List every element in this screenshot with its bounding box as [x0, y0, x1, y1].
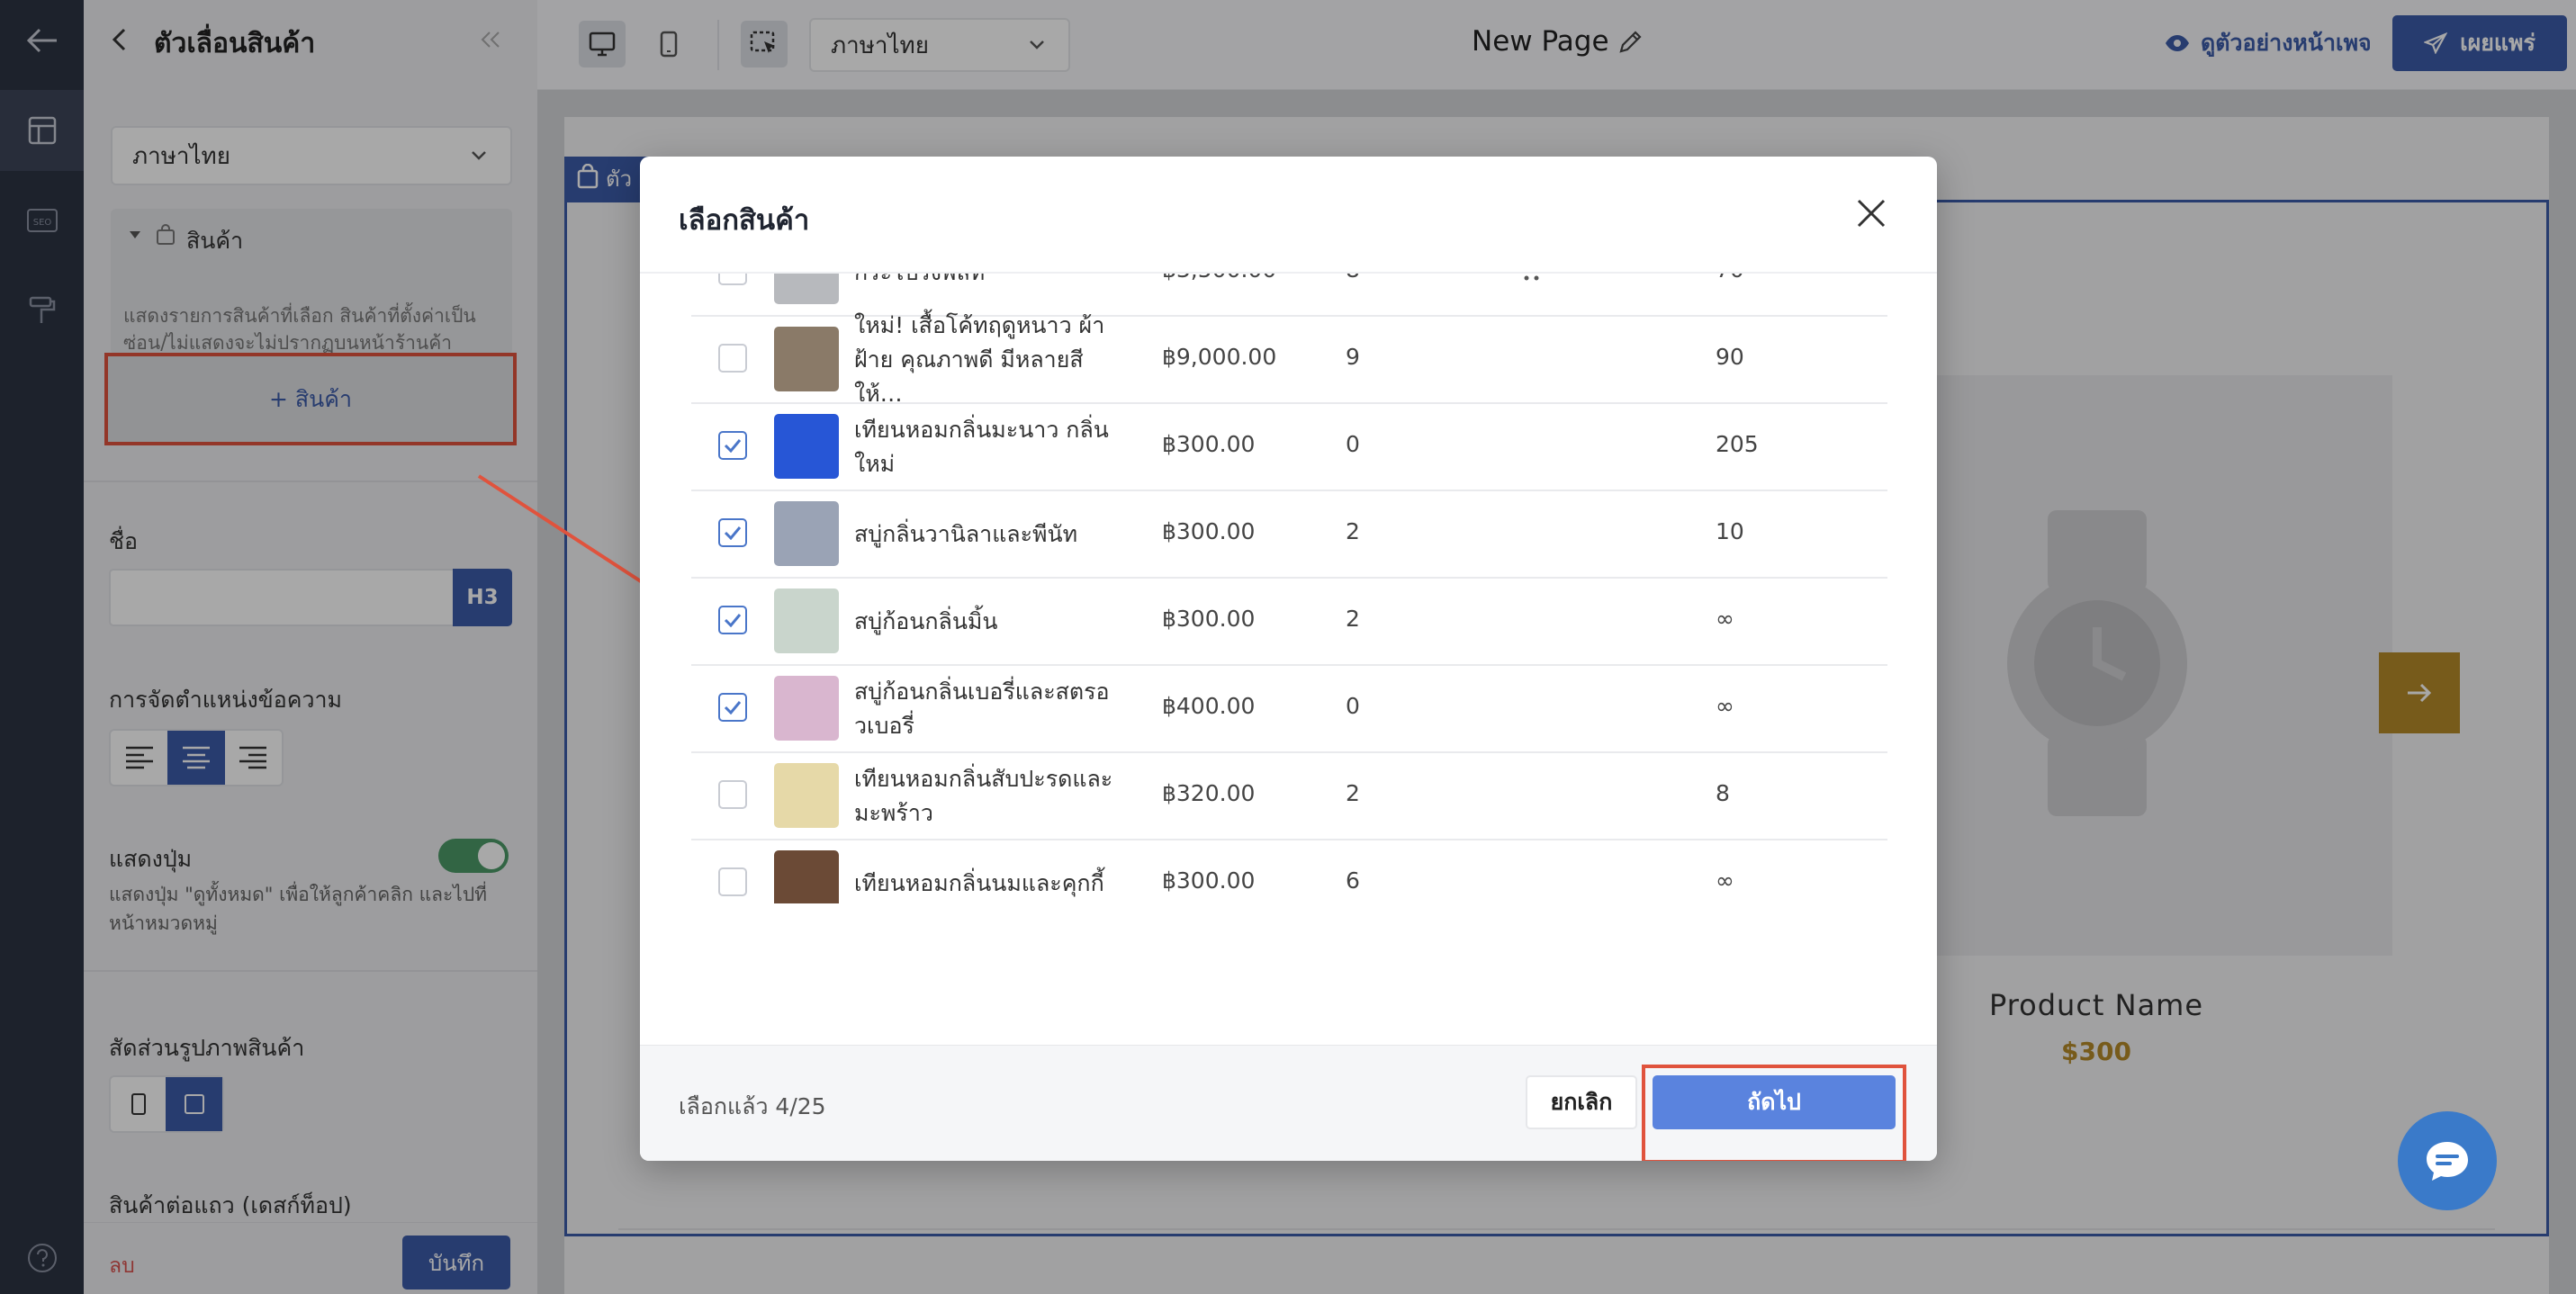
chat-icon [2425, 1140, 2470, 1182]
product-thumbnail [774, 850, 839, 903]
product-qty: 2 [1346, 518, 1360, 544]
modal-title: เลือกสินค้า [679, 204, 810, 237]
product-row[interactable]: สบู่ก้อนกลิ่นเบอรี่และสตรอวเบอรี่ ฿400.00… [691, 666, 1887, 753]
product-price: ฿300.00 [1162, 867, 1256, 894]
product-thumbnail [774, 327, 839, 391]
product-qty: 2 [1346, 606, 1360, 632]
product-price: ฿9,000.00 [1162, 344, 1277, 370]
row-checkbox[interactable] [718, 693, 747, 722]
product-row[interactable]: สบู่ก้อนกลิ่นมิ้น ฿300.00 2 ∞ [691, 579, 1887, 666]
product-stock: 90 [1716, 344, 1744, 370]
row-checkbox[interactable] [718, 518, 747, 547]
product-name: เทียนหอมกลิ่นนมและคุกกี้ [854, 869, 1104, 896]
product-price: ฿320.00 [1162, 780, 1256, 806]
product-name: สบู่กลิ่นวานิลาและพีนัท [854, 520, 1078, 547]
product-row[interactable]: ใหม่! เสื้อโค้ทฤดูหนาว ผ้าฝ้าย คุณภาพดี … [691, 312, 1887, 407]
next-highlight [1642, 1065, 1906, 1161]
close-button[interactable] [1852, 194, 1890, 232]
product-name: สบู่ก้อนกลิ่นมิ้น [854, 607, 998, 634]
product-thumbnail [774, 763, 839, 828]
product-thumbnail [774, 274, 839, 304]
product-stock: ∞ [1716, 606, 1734, 632]
row-checkbox[interactable] [718, 606, 747, 634]
product-name: กระโปรงพลีท [854, 274, 1124, 290]
row-checkbox[interactable] [718, 431, 747, 460]
product-thumbnail [774, 589, 839, 653]
row-checkbox[interactable] [718, 274, 747, 285]
row-checkbox[interactable] [718, 867, 747, 896]
product-qty: 0 [1346, 693, 1360, 719]
product-qty: 8 [1346, 274, 1360, 283]
product-qty: 2 [1346, 780, 1360, 806]
modal-footer: เลือกแล้ว 4/25 ยกเลิก ถัดไป [640, 1045, 1937, 1161]
product-name: เทียนหอมกลิ่นสับปะรดและมะพร้าว [854, 765, 1113, 826]
product-price: ฿3,500.00 [1162, 274, 1276, 283]
selected-count: เลือกแล้ว 4/25 [679, 1093, 826, 1119]
product-thumbnail [774, 414, 839, 479]
product-thumbnail [774, 501, 839, 566]
cancel-button[interactable]: ยกเลิก [1526, 1075, 1637, 1129]
product-stock: 70 [1716, 274, 1744, 283]
product-row[interactable]: เทียนหอมกลิ่นสับปะรดและมะพร้าว ฿320.00 2 8 [691, 753, 1887, 840]
product-price: ฿300.00 [1162, 518, 1256, 544]
product-thumbnail [774, 676, 839, 741]
product-row[interactable]: สบู่กลิ่นวานิลาและพีนัท ฿300.00 2 10 [691, 491, 1887, 579]
row-checkbox[interactable] [718, 780, 747, 809]
product-list: กระโปรงพลีท ฿3,500.00 8 70 ใหม่! เสื้อโค้ทฤด… [691, 274, 1887, 903]
product-qty: 0 [1346, 431, 1360, 457]
product-name: ใหม่! เสื้อโค้ทฤดูหนาว ผ้าฝ้าย คุณภาพดี … [854, 311, 1105, 407]
product-name: เทียนหอมกลิ่นมะนาว กลิ่นใหม่ [854, 416, 1109, 477]
product-stock: 8 [1716, 780, 1730, 806]
product-qty: 9 [1346, 344, 1360, 370]
row-checkbox[interactable] [718, 344, 747, 373]
product-name: สบู่ก้อนกลิ่นเบอรี่และสตรอวเบอรี่ [854, 678, 1110, 739]
product-stock: 205 [1716, 431, 1759, 457]
product-stock: 10 [1716, 518, 1744, 544]
product-price: ฿300.00 [1162, 431, 1256, 457]
cart-search-icon [1515, 274, 1545, 284]
product-row[interactable]: เทียนหอมกลิ่นนมและคุกกี้ ฿300.00 6 ∞ [691, 840, 1887, 903]
product-price: ฿400.00 [1162, 693, 1256, 719]
close-icon [1856, 198, 1887, 229]
product-qty: 6 [1346, 867, 1360, 894]
product-stock: ∞ [1716, 867, 1734, 894]
product-row[interactable]: เทียนหอมกลิ่นมะนาว กลิ่นใหม่ ฿300.00 0 205 [691, 404, 1887, 491]
product-price: ฿300.00 [1162, 606, 1256, 632]
product-stock: ∞ [1716, 693, 1734, 719]
chat-button[interactable] [2398, 1111, 2497, 1210]
select-product-modal: เลือกสินค้า กระโปรงพลีท ฿3,500.00 8 70 ใหม่!… [640, 157, 1937, 1161]
